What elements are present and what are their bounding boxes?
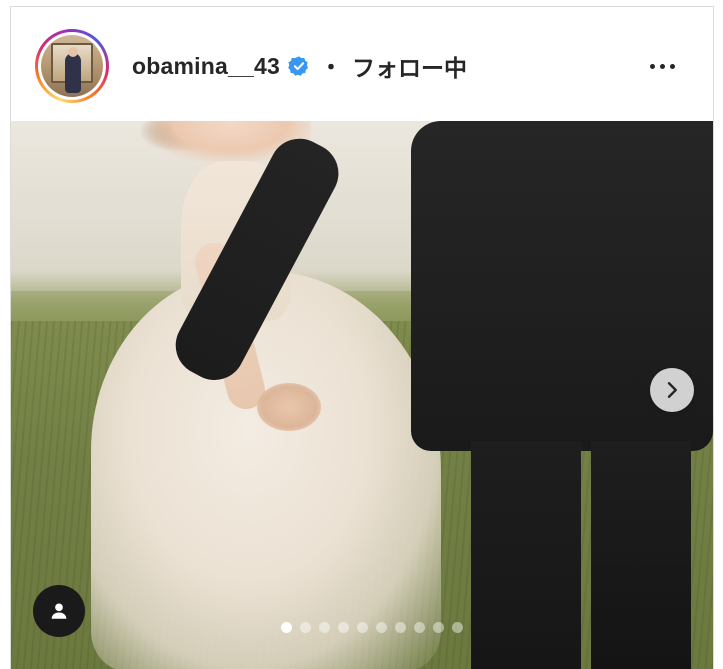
- user-tag-icon: [51, 603, 67, 619]
- carousel-dot-active: [281, 621, 292, 633]
- carousel-dot: [414, 621, 425, 633]
- carousel-dot: [376, 621, 387, 633]
- post-card: obamina__43 ・ フォロー中: [10, 6, 714, 669]
- more-dot: [669, 63, 675, 69]
- image-groom-leg: [471, 441, 581, 669]
- carousel-dot: [395, 621, 406, 633]
- post-image[interactable]: [11, 121, 713, 669]
- image-holding-hands: [257, 383, 321, 431]
- carousel-next-button[interactable]: [650, 368, 694, 412]
- avatar-border: [38, 32, 106, 100]
- carousel-dot: [319, 621, 330, 633]
- story-ring[interactable]: [35, 29, 109, 103]
- carousel-dot: [338, 621, 349, 633]
- more-dot: [659, 63, 665, 69]
- user-tags-button[interactable]: [33, 585, 85, 637]
- more-dot: [649, 63, 655, 69]
- verified-badge-icon: [288, 55, 310, 77]
- image-bride-dress: [91, 271, 441, 669]
- carousel-indicator: [281, 621, 463, 633]
- carousel-dot: [433, 621, 444, 633]
- post-header: obamina__43 ・ フォロー中: [11, 7, 713, 121]
- carousel-dot: [300, 621, 311, 633]
- carousel-dot: [452, 621, 463, 633]
- username-link[interactable]: obamina__43: [132, 53, 280, 80]
- avatar-head-detail: [68, 47, 78, 57]
- avatar-figure-detail: [65, 53, 81, 93]
- separator-dot: ・: [319, 55, 342, 80]
- carousel-dot: [357, 621, 368, 633]
- chevron-right-icon: [667, 382, 677, 398]
- image-groom-leg: [591, 441, 691, 669]
- more-options-icon[interactable]: [639, 52, 685, 80]
- following-button[interactable]: フォロー中: [352, 49, 467, 83]
- username-row: obamina__43 ・ フォロー中: [132, 49, 467, 83]
- avatar[interactable]: [41, 35, 103, 97]
